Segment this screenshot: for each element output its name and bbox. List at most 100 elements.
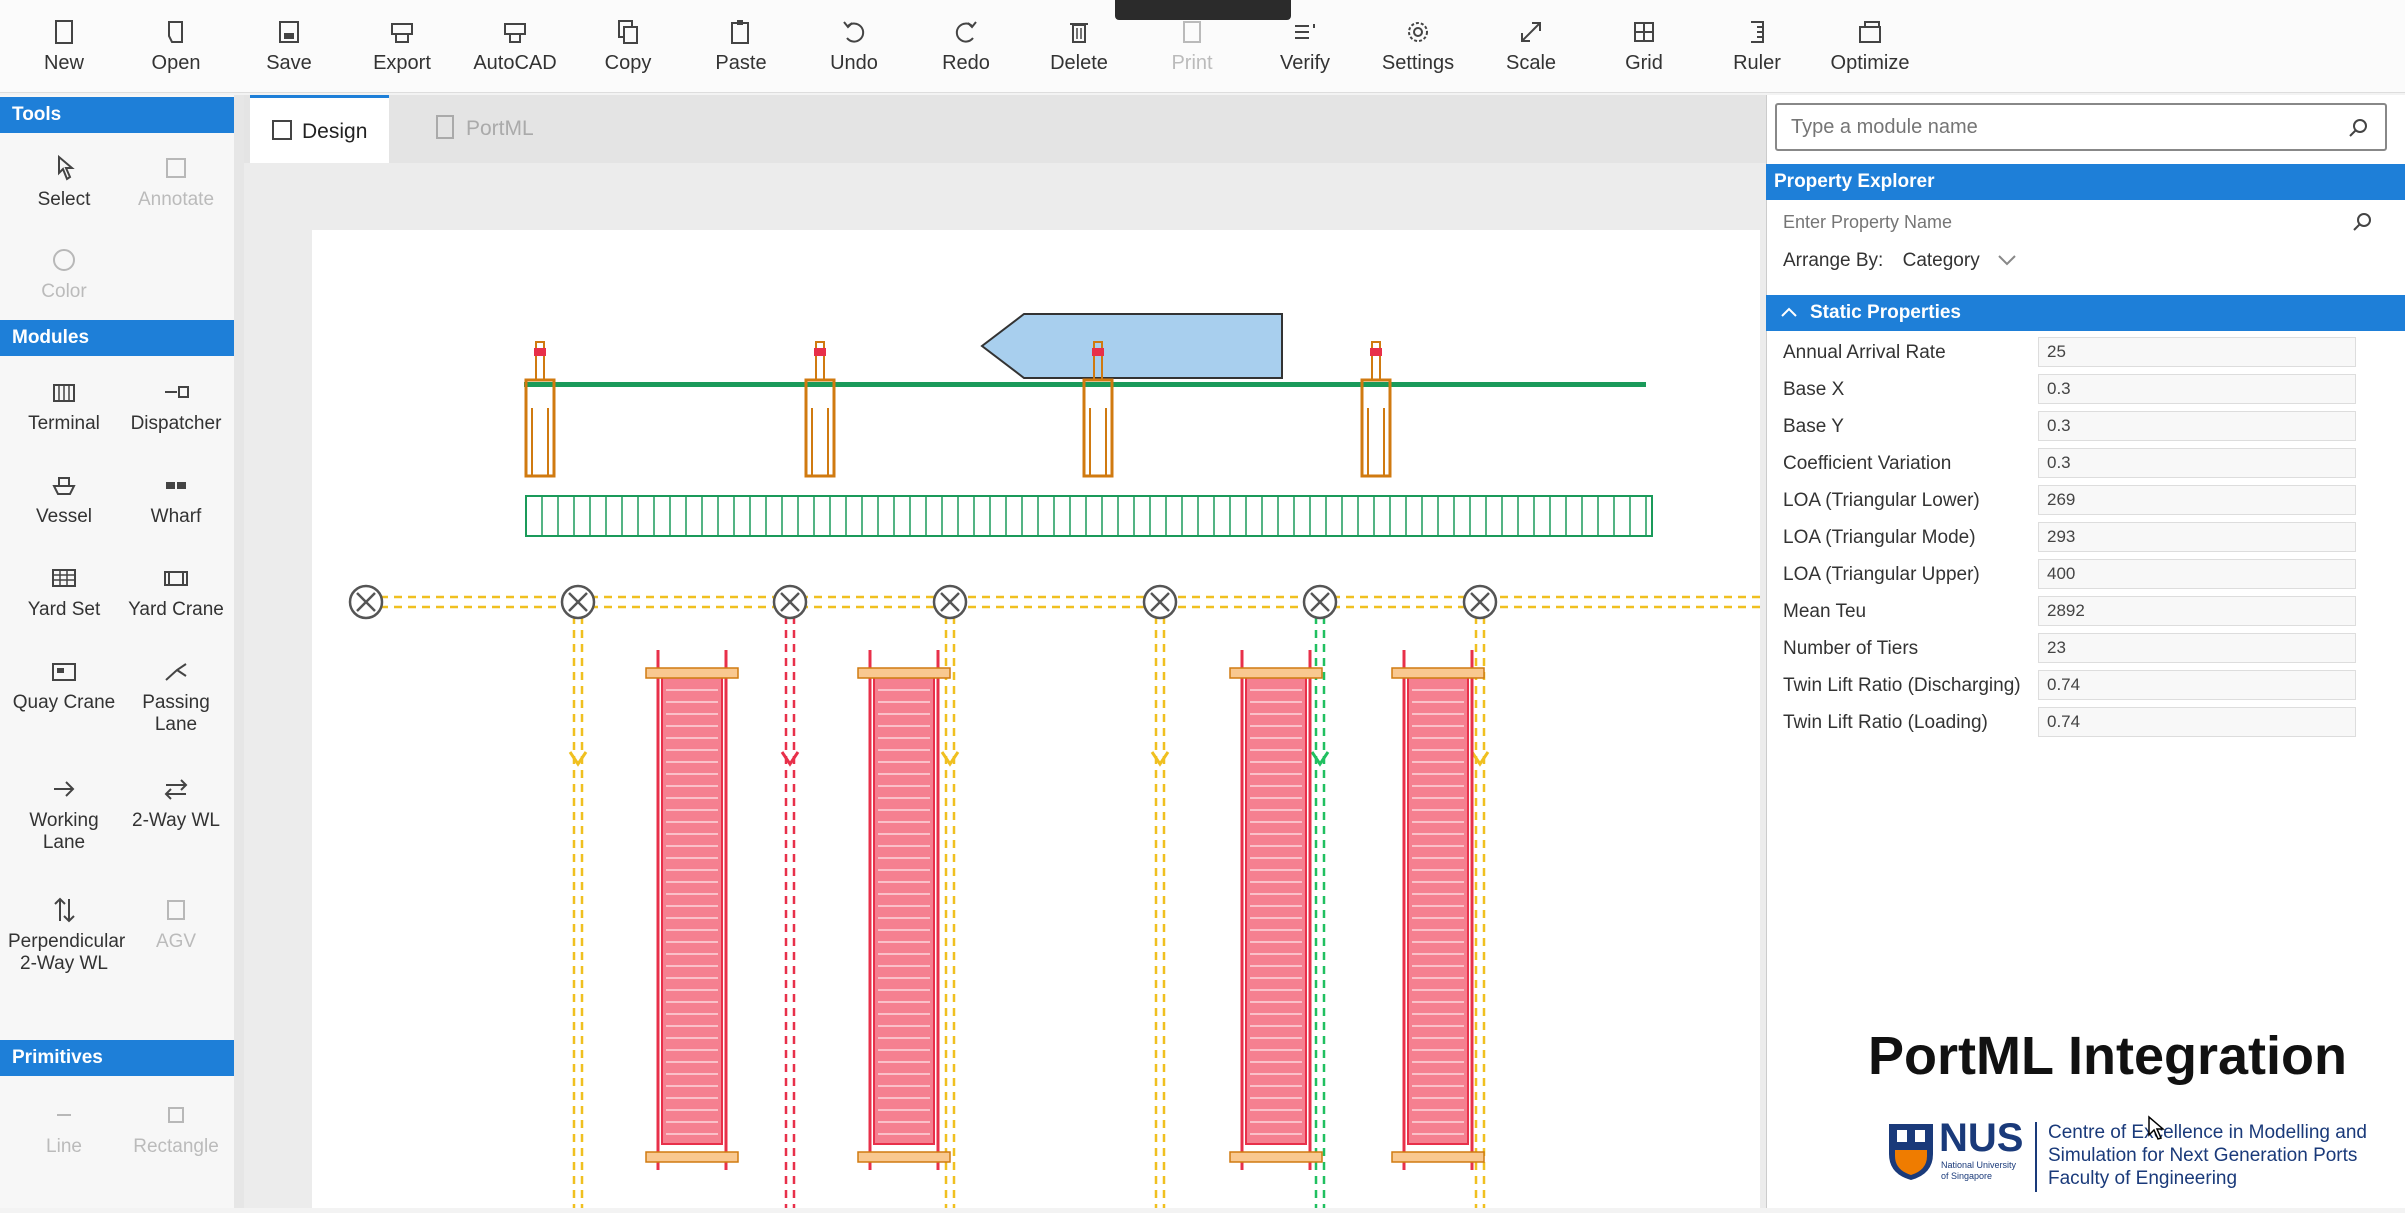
pointer-hand-icon — [58, 154, 75, 181]
tab-design-label: Design — [302, 120, 368, 143]
property-value-field[interactable]: 400 — [2038, 559, 2356, 589]
wharf-icon — [166, 482, 186, 489]
module-search-input[interactable] — [1777, 105, 2333, 149]
quay-crane-boom[interactable] — [535, 341, 545, 381]
passing-lane-module[interactable]: Passing Lane — [120, 656, 232, 736]
annotate-tool[interactable]: Annotate — [120, 153, 232, 211]
primitives-section-header: Primitives — [0, 1040, 234, 1076]
ruler-label: Ruler — [1733, 52, 1781, 74]
grid-button[interactable]: Grid — [1596, 14, 1692, 86]
yard-crane[interactable] — [1229, 1151, 1323, 1163]
delete-button[interactable]: Delete — [1031, 14, 1127, 86]
property-value-field[interactable]: 0.74 — [2038, 670, 2356, 700]
property-value-field[interactable]: 25 — [2038, 337, 2356, 367]
yard-crane[interactable] — [857, 1151, 951, 1163]
lane-arrow[interactable] — [568, 751, 588, 767]
verify-button[interactable]: Verify — [1257, 14, 1353, 86]
property-search-box[interactable] — [1775, 206, 2375, 240]
property-value-field[interactable]: 269 — [2038, 485, 2356, 515]
window-drag-bar[interactable] — [1115, 0, 1291, 20]
property-value-field[interactable]: 0.74 — [2038, 707, 2356, 737]
perpendicular-2-way-wl-module[interactable]: Perpendicular 2-Way WL — [8, 895, 125, 975]
yard-block[interactable] — [661, 669, 723, 1145]
redo-button[interactable]: Redo — [918, 14, 1014, 86]
property-value-field[interactable]: 0.3 — [2038, 374, 2356, 404]
quay-crane[interactable] — [1360, 378, 1392, 478]
wharf-module[interactable]: Wharf — [120, 470, 232, 528]
rectangle-primitive[interactable]: Rectangle — [120, 1100, 232, 1158]
yard-crane[interactable] — [1391, 667, 1485, 679]
scale-button[interactable]: Scale — [1483, 14, 1579, 86]
dispatcher-module[interactable]: Dispatcher — [120, 377, 232, 435]
property-name: Mean Teu — [1783, 601, 1867, 622]
quay-crane[interactable] — [524, 378, 556, 478]
undo-button[interactable]: Undo — [806, 14, 902, 86]
two-way-wl-module[interactable]: 2-Way WL — [120, 774, 232, 832]
two-way-wl-module-label: 2-Way WL — [132, 810, 220, 831]
lane-arrow[interactable] — [940, 751, 960, 767]
apron-buffer[interactable] — [525, 495, 1653, 537]
quay-crane-trolley[interactable] — [534, 348, 546, 356]
quay-crane-boom[interactable] — [815, 341, 825, 381]
wharf-module-label: Wharf — [150, 506, 202, 527]
save-button[interactable]: Save — [241, 14, 337, 86]
export-button[interactable]: Export — [354, 14, 450, 86]
lane-arrow[interactable] — [780, 751, 800, 767]
terminal-module[interactable]: Terminal — [8, 377, 120, 435]
yard-crane[interactable] — [857, 667, 951, 679]
quay-crane-trolley[interactable] — [1370, 348, 1382, 356]
vessel-shape[interactable] — [980, 313, 1283, 379]
search-icon[interactable] — [2347, 116, 2371, 140]
arrange-by-dropdown[interactable]: Category — [1903, 250, 2017, 271]
yard-crane-module[interactable]: Yard Crane — [120, 563, 232, 621]
property-search-input[interactable] — [1775, 206, 2325, 238]
module-search-box[interactable] — [1775, 103, 2387, 151]
select-tool[interactable]: Select — [8, 153, 120, 211]
design-canvas[interactable] — [312, 230, 1760, 1208]
property-value-field[interactable]: 2892 — [2038, 596, 2356, 626]
property-search-icon[interactable] — [2351, 210, 2375, 234]
property-value-field[interactable]: 0.3 — [2038, 411, 2356, 441]
settings-button[interactable]: Settings — [1370, 14, 1466, 86]
yard-crane[interactable] — [1229, 667, 1323, 679]
working-lane-module[interactable]: Working Lane — [8, 774, 120, 854]
property-value-field[interactable]: 23 — [2038, 633, 2356, 663]
terminal-layout-drawing[interactable] — [312, 230, 1760, 1208]
yard-block[interactable] — [873, 669, 935, 1145]
yard-block[interactable] — [1245, 669, 1307, 1145]
color-tool[interactable]: Color — [8, 245, 120, 303]
vessel-module[interactable]: Vessel — [8, 470, 120, 528]
property-value-field[interactable]: 0.3 — [2038, 448, 2356, 478]
ruler-button[interactable]: Ruler — [1709, 14, 1805, 86]
property-value-field[interactable]: 293 — [2038, 522, 2356, 552]
quay-crane-boom[interactable] — [1371, 341, 1381, 381]
paste-button[interactable]: Paste — [693, 14, 789, 86]
yard-set-module[interactable]: Yard Set — [8, 563, 120, 621]
print-button[interactable]: Print — [1144, 14, 1240, 86]
quay-crane[interactable] — [804, 378, 836, 478]
lane-arrow[interactable] — [1150, 751, 1170, 767]
line-primitive[interactable]: Line — [8, 1100, 120, 1158]
quay-crane-trolley[interactable] — [814, 348, 826, 356]
new-button[interactable]: New — [16, 14, 112, 86]
quay-crane-trolley[interactable] — [1092, 348, 1104, 356]
static-properties-header[interactable]: Static Properties — [1766, 295, 2405, 331]
lane-arrow[interactable] — [1310, 751, 1330, 767]
yard-crane[interactable] — [645, 667, 739, 679]
yard-block[interactable] — [1407, 669, 1469, 1145]
yard-crane[interactable] — [645, 1151, 739, 1163]
document-tab-bar: Design PortML — [244, 95, 1766, 163]
yard-crane[interactable] — [1391, 1151, 1485, 1163]
agv-module[interactable]: AGV — [120, 895, 232, 953]
property-name: Twin Lift Ratio (Loading) — [1783, 712, 1988, 733]
tab-portml[interactable]: PortML — [414, 95, 556, 163]
copy-button[interactable]: Copy — [580, 14, 676, 86]
tab-design[interactable]: Design — [250, 95, 390, 163]
quay-crane-module[interactable]: Quay Crane — [8, 656, 120, 714]
optimize-button[interactable]: Optimize — [1822, 14, 1918, 86]
autocad-button[interactable]: AutoCAD — [467, 14, 563, 86]
left-panel-splitter[interactable] — [234, 95, 244, 1208]
open-button[interactable]: Open — [128, 14, 224, 86]
quay-crane[interactable] — [1082, 378, 1114, 478]
lane-arrow[interactable] — [1470, 751, 1490, 767]
